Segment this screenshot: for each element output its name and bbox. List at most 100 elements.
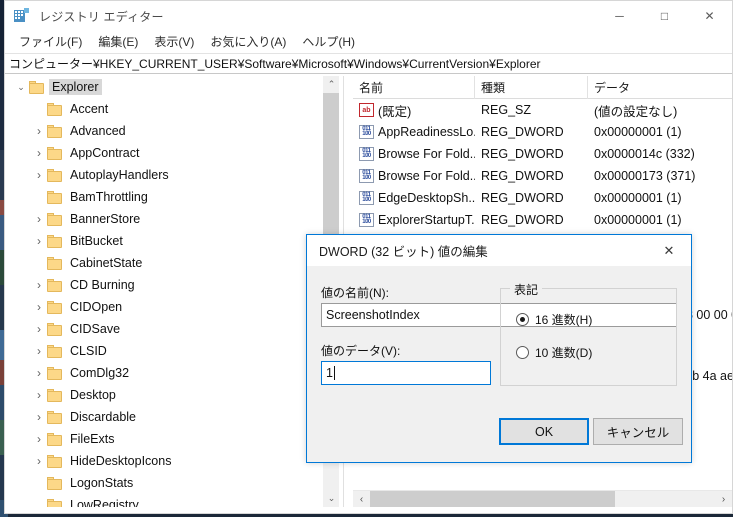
tree-item-bannerstore[interactable]: › BannerStore	[5, 208, 336, 230]
table-row[interactable]: 011 100 Browse For Fold... REG_DWORD 0x00000…	[353, 165, 732, 187]
close-button[interactable]: ✕	[687, 1, 732, 31]
menu-help[interactable]: ヘルプ(H)	[295, 31, 362, 52]
values-horizontal-scrollbar[interactable]: ‹ ›	[353, 490, 732, 507]
tree-leaf-connector	[31, 494, 47, 507]
chevron-right-icon[interactable]: ›	[31, 318, 47, 340]
dialog-titlebar[interactable]: DWORD (32 ビット) 値の編集 ✕	[307, 235, 691, 266]
chevron-right-icon[interactable]: ›	[31, 120, 47, 142]
tree-item-cabinetstate[interactable]: CabinetState	[5, 252, 336, 274]
tree-item-advanced[interactable]: › Advanced	[5, 120, 336, 142]
tree-item-label: Explorer	[49, 79, 102, 95]
registry-icon	[14, 8, 30, 24]
column-header-name[interactable]: 名前	[353, 76, 475, 99]
radio-dec-label: 10 進数(D)	[535, 346, 593, 360]
address-bar[interactable]: コンピューター¥HKEY_CURRENT_USER¥Software¥Micro…	[5, 53, 732, 74]
menu-favorites[interactable]: お気に入り(A)	[203, 31, 293, 52]
menu-file[interactable]: ファイル(F)	[12, 31, 89, 52]
maximize-button[interactable]: □	[642, 1, 687, 31]
cell-data: 0x00000001 (1)	[594, 125, 682, 139]
tree-item-fileexts[interactable]: › FileExts	[5, 428, 336, 450]
tree-item-clsid[interactable]: › CLSID	[5, 340, 336, 362]
table-row[interactable]: ab (既定) REG_SZ (値の設定なし)	[353, 99, 732, 121]
dword-value-icon: 011100	[359, 147, 374, 161]
chevron-down-icon[interactable]: ⌄	[13, 76, 29, 98]
chevron-right-icon[interactable]: ›	[31, 208, 47, 230]
folder-icon	[47, 388, 62, 402]
hscroll-right-icon[interactable]: ›	[715, 491, 732, 508]
tree-item-label: Discardable	[70, 410, 137, 424]
tree-scroll-up-icon[interactable]: ⌃	[323, 76, 340, 93]
table-row[interactable]: 011 100 AppReadinessLo... REG_DWORD 0x000000…	[353, 121, 732, 143]
tree-item-accent[interactable]: Accent	[5, 98, 336, 120]
hscroll-track[interactable]	[370, 490, 715, 507]
tree-item-logonstats[interactable]: LogonStats	[5, 472, 336, 494]
hscroll-thumb[interactable]	[370, 490, 615, 507]
ok-button[interactable]: OK	[499, 418, 589, 445]
tree-item-label: Accent	[70, 102, 109, 116]
tree-item-cidsave[interactable]: › CIDSave	[5, 318, 336, 340]
folder-icon	[47, 410, 62, 424]
chevron-right-icon[interactable]: ›	[31, 274, 47, 296]
tree-item-cd-burning[interactable]: › CD Burning	[5, 274, 336, 296]
hscroll-left-icon[interactable]: ‹	[353, 491, 370, 508]
tree-item-label: Advanced	[70, 124, 126, 138]
tree-item-appcontract[interactable]: › AppContract	[5, 142, 336, 164]
dialog-body: 値の名前(N): ScreenshotIndex 値のデータ(V): 1 表記 …	[307, 266, 691, 463]
chevron-right-icon[interactable]: ›	[31, 384, 47, 406]
value-name: Browse For Fold...	[378, 147, 475, 161]
window-titlebar[interactable]: レジストリ エディター ─ □ ✕	[5, 1, 732, 31]
table-row[interactable]: 011 100 EdgeDesktopSh... REG_DWORD 0x0000000…	[353, 187, 732, 209]
table-row[interactable]: 011 100 Browse For Fold... REG_DWORD 0x00000…	[353, 143, 732, 165]
cell-type: REG_DWORD	[481, 213, 564, 227]
folder-icon	[29, 80, 44, 94]
obscured-value-data: 8 00 00 00	[686, 308, 732, 322]
tree-item-label: CIDSave	[70, 322, 121, 336]
minimize-button[interactable]: ─	[597, 1, 642, 31]
radio-dec-icon	[516, 346, 529, 359]
cell-name: 011 100 Browse For Fold...	[353, 169, 475, 183]
tree-item-bitbucket[interactable]: › BitBucket	[5, 230, 336, 252]
chevron-right-icon[interactable]: ›	[31, 142, 47, 164]
tree-item-desktop[interactable]: › Desktop	[5, 384, 336, 406]
radio-hex[interactable]: 16 進数(H)	[516, 311, 592, 328]
chevron-right-icon[interactable]: ›	[31, 230, 47, 252]
tree-item-discardable[interactable]: › Discardable	[5, 406, 336, 428]
cell-data: 0x00000001 (1)	[594, 213, 682, 227]
tree-item-label: AppContract	[70, 146, 140, 160]
chevron-right-icon[interactable]: ›	[31, 450, 47, 472]
tree-item-bamthrottling[interactable]: BamThrottling	[5, 186, 336, 208]
tree-item-hidedesktopicons[interactable]: › HideDesktopIcons	[5, 450, 336, 472]
chevron-right-icon[interactable]: ›	[31, 296, 47, 318]
tree-item-lowregistry[interactable]: LowRegistry	[5, 494, 336, 507]
tree-item-autoplayhandlers[interactable]: › AutoplayHandlers	[5, 164, 336, 186]
chevron-right-icon[interactable]: ›	[31, 428, 47, 450]
cancel-button[interactable]: キャンセル	[593, 418, 683, 445]
chevron-right-icon[interactable]: ›	[31, 164, 47, 186]
tree-scroll-down-icon[interactable]: ⌄	[323, 490, 340, 507]
folder-icon	[47, 432, 62, 446]
folder-icon	[47, 212, 62, 226]
tree-item-explorer[interactable]: ⌄ Explorer	[5, 76, 336, 98]
column-header-data[interactable]: データ	[588, 76, 732, 99]
menubar: ファイル(F) 編集(E) 表示(V) お気に入り(A) ヘルプ(H)	[5, 31, 732, 53]
chevron-right-icon[interactable]: ›	[31, 340, 47, 362]
column-header-type[interactable]: 種類	[475, 76, 588, 99]
registry-tree-pane[interactable]: ⌄ Explorer Accent › Advanced › AppContract › Aut…	[5, 76, 353, 507]
chevron-right-icon[interactable]: ›	[31, 406, 47, 428]
menu-view[interactable]: 表示(V)	[147, 31, 201, 52]
radio-dec[interactable]: 10 進数(D)	[516, 344, 592, 361]
menu-edit[interactable]: 編集(E)	[91, 31, 145, 52]
folder-icon	[47, 322, 62, 336]
table-row[interactable]: 011 100 ExplorerStartupT... REG_DWORD 0x0000…	[353, 209, 732, 231]
dialog-close-icon[interactable]: ✕	[647, 235, 691, 266]
tree-scroll-thumb[interactable]	[323, 93, 340, 243]
folder-icon	[47, 498, 62, 507]
tree-item-cidopen[interactable]: › CIDOpen	[5, 296, 336, 318]
chevron-right-icon[interactable]: ›	[31, 362, 47, 384]
registry-editor-window: レジストリ エディター ─ □ ✕ ファイル(F) 編集(E) 表示(V) お気…	[4, 0, 733, 514]
tree-item-label: BannerStore	[70, 212, 141, 226]
folder-icon	[47, 454, 62, 468]
tree-item-comdlg32[interactable]: › ComDlg32	[5, 362, 336, 384]
tree-item-label: BamThrottling	[70, 190, 148, 204]
value-data-input[interactable]: 1	[321, 361, 491, 385]
